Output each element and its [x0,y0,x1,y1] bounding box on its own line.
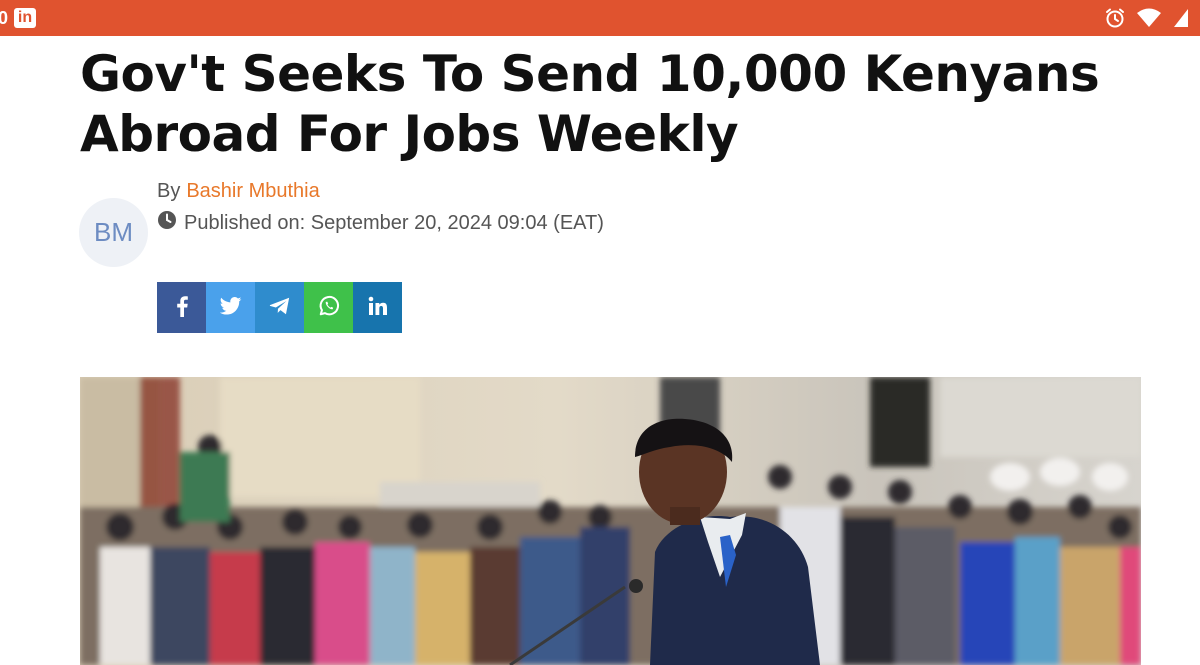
hero-photo [80,377,1141,665]
share-facebook-button[interactable] [157,282,206,333]
share-telegram-button[interactable] [255,282,304,333]
share-buttons [157,282,402,333]
published-date: Published on: September 20, 2024 09:04 (… [157,210,604,236]
facebook-icon [175,295,189,321]
article-headline: Gov't Seeks To Send 10,000 Kenyans Abroa… [80,45,1100,163]
linkedin-icon: in [14,8,37,28]
whatsapp-icon [318,295,340,321]
alarm-icon [1104,7,1126,29]
status-bar: 0 in [0,0,1200,36]
author-link[interactable]: Bashir Mbuthia [186,180,319,202]
share-whatsapp-button[interactable] [304,282,353,333]
wifi-icon [1136,7,1162,29]
author-avatar[interactable]: BM [79,198,148,267]
telegram-icon [269,296,291,320]
linkedin-icon [368,296,388,320]
share-twitter-button[interactable] [206,282,255,333]
status-bar-right [1104,6,1190,30]
share-linkedin-button[interactable] [353,282,402,333]
clock-icon [157,210,177,236]
status-bar-left: 0 in [0,8,37,28]
notification-count: 0 [0,8,9,28]
twitter-icon [219,296,242,319]
battery-icon [1172,7,1190,29]
byline-prefix: By [157,180,181,202]
published-label: Published on: September 20, 2024 09:04 (… [184,211,604,234]
byline: By Bashir Mbuthia [157,180,320,203]
